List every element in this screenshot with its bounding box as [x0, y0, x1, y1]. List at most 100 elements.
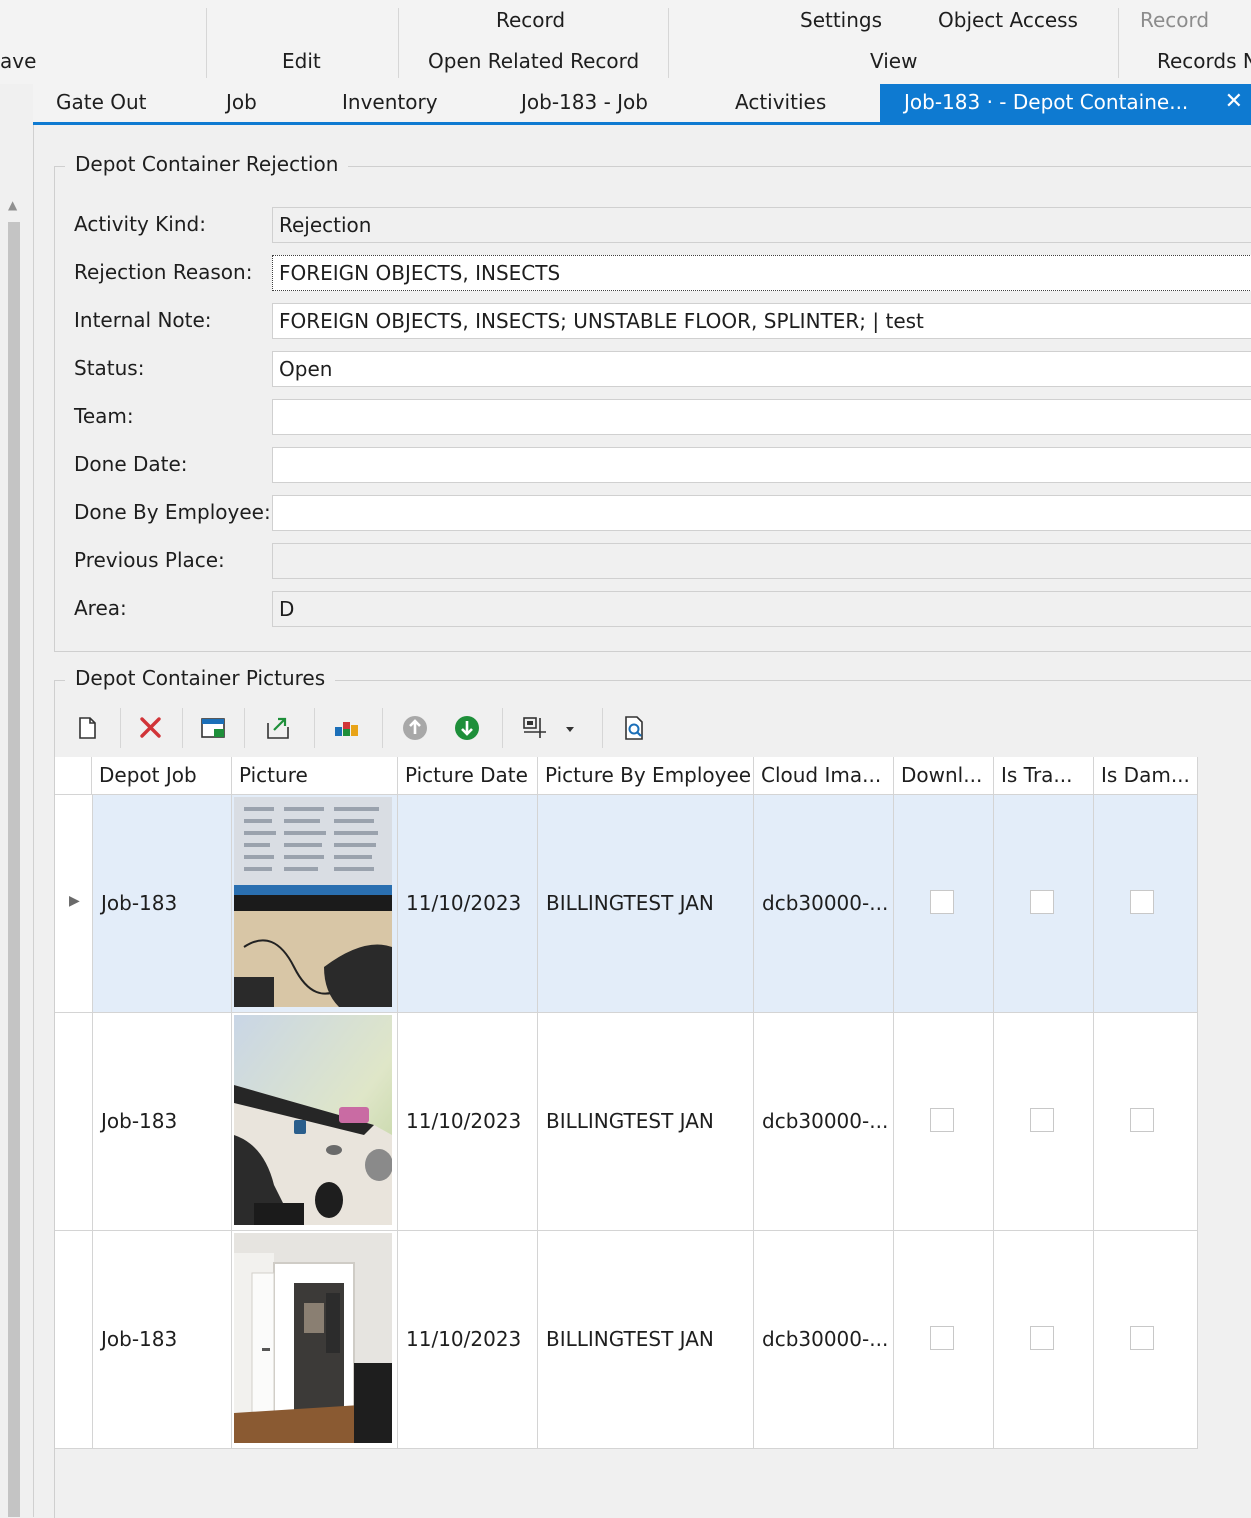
tab-label: Job-183 - Job: [521, 90, 648, 114]
cell-picture-by-employee[interactable]: BILLINGTEST JAN: [538, 1231, 754, 1449]
is-transferred-checkbox[interactable]: [1030, 1108, 1054, 1132]
cell-downloaded[interactable]: [894, 1231, 994, 1449]
row-indicator: ▶: [55, 795, 92, 1013]
previous-place-field[interactable]: [272, 543, 1251, 579]
cell-picture-by-employee[interactable]: BILLINGTEST JAN: [538, 795, 754, 1013]
tab-job-183-job[interactable]: Job-183 - Job: [497, 84, 677, 122]
tab-label: Gate Out: [56, 90, 147, 114]
downloaded-checkbox[interactable]: [930, 890, 954, 914]
toolbar-separator: [314, 708, 315, 748]
rejection-reason-field[interactable]: FOREIGN OBJECTS, INSECTS: [272, 255, 1251, 291]
downloaded-checkbox[interactable]: [930, 1108, 954, 1132]
ribbon: Record Settings Object Access Record ave…: [0, 0, 1251, 84]
table-row[interactable]: Job-183 11/10/2023 BILLINGTEST JAN dcb30…: [55, 1231, 1198, 1449]
is-transferred-checkbox[interactable]: [1030, 1326, 1054, 1350]
depot-job-text: Job-183: [101, 1327, 178, 1351]
picture-thumbnail-desk-monitor[interactable]: [234, 797, 392, 1007]
tab-inventory[interactable]: Inventory: [318, 84, 468, 122]
column-header-is-damaged[interactable]: Is Dam...: [1094, 757, 1198, 795]
new-icon[interactable]: [70, 710, 104, 746]
scrollbar-thumb[interactable]: [8, 222, 20, 1517]
active-tab-underline: [33, 122, 1251, 125]
cell-is-transferred[interactable]: [994, 795, 1094, 1013]
cell-picture[interactable]: [232, 795, 398, 1013]
vertical-scrollbar[interactable]: ▲: [6, 196, 22, 1517]
picture-thumbnail-doorway[interactable]: [234, 1233, 392, 1443]
export-icon[interactable]: [262, 710, 296, 746]
depot-job-text: Job-183: [101, 1109, 178, 1133]
cell-is-transferred[interactable]: [994, 1231, 1094, 1449]
cell-downloaded[interactable]: [894, 1013, 994, 1231]
activity-kind-value: Rejection: [279, 213, 372, 237]
activity-kind-field[interactable]: Rejection: [272, 207, 1251, 243]
ribbon-settings-button[interactable]: Settings: [800, 8, 882, 32]
done-date-field[interactable]: [272, 447, 1251, 483]
area-label: Area:: [74, 596, 127, 620]
column-header-is-transferred[interactable]: Is Tra...: [994, 757, 1094, 795]
table-row[interactable]: ▶ Job-183 11/10/2023 BILLINGTEST JAN dcb…: [55, 795, 1198, 1013]
chart-icon[interactable]: [330, 710, 364, 746]
rejection-reason-label: Rejection Reason:: [74, 260, 253, 284]
is-transferred-checkbox[interactable]: [1030, 890, 1054, 914]
dropdown-icon[interactable]: [560, 710, 580, 746]
is-damaged-checkbox[interactable]: [1130, 890, 1154, 914]
close-icon[interactable]: ✕: [1225, 84, 1243, 120]
column-header-picture-by-employee[interactable]: Picture By Employee: [538, 757, 754, 795]
tab-depot-container-rejection[interactable]: Job-183 · - Depot Containe... ✕: [880, 84, 1251, 122]
column-header-depot-job[interactable]: Depot Job: [92, 757, 232, 795]
cloud-image-text: dcb30000-...: [762, 891, 889, 915]
picture-thumbnail-desk-items[interactable]: [234, 1015, 392, 1225]
column-header-picture[interactable]: Picture: [232, 757, 398, 795]
cell-is-damaged[interactable]: [1094, 1231, 1198, 1449]
ribbon-open-related-record-button[interactable]: Open Related Record: [428, 49, 639, 73]
move-down-icon[interactable]: [450, 710, 484, 746]
internal-note-label: Internal Note:: [74, 308, 212, 332]
cloud-image-text: dcb30000-...: [762, 1109, 889, 1133]
done-by-employee-field[interactable]: [272, 495, 1251, 531]
cell-picture-date[interactable]: 11/10/2023: [398, 1013, 538, 1231]
preview-icon[interactable]: [618, 710, 652, 746]
column-header-cloud-image[interactable]: Cloud Ima...: [754, 757, 894, 795]
picture-date-text: 11/10/2023: [406, 891, 522, 915]
toolbar-separator: [502, 708, 503, 748]
toolbar-separator: [120, 708, 121, 748]
delete-icon[interactable]: [134, 710, 168, 746]
tab-gate-out[interactable]: Gate Out: [32, 84, 182, 122]
cell-is-damaged[interactable]: [1094, 1013, 1198, 1231]
cell-depot-job[interactable]: Job-183: [92, 1231, 232, 1449]
column-header-picture-date[interactable]: Picture Date: [398, 757, 538, 795]
cell-cloud-image[interactable]: dcb30000-...: [754, 1013, 894, 1231]
cell-depot-job[interactable]: Job-183: [92, 1013, 232, 1231]
cell-depot-job[interactable]: Job-183: [92, 795, 232, 1013]
downloaded-checkbox[interactable]: [930, 1326, 954, 1350]
move-up-icon[interactable]: [398, 710, 432, 746]
status-field[interactable]: Open: [272, 351, 1251, 387]
edit-record-icon[interactable]: [196, 710, 230, 746]
done-by-employee-label: Done By Employee:: [74, 500, 271, 524]
is-damaged-checkbox[interactable]: [1130, 1108, 1154, 1132]
team-field[interactable]: [272, 399, 1251, 435]
cell-picture[interactable]: [232, 1231, 398, 1449]
internal-note-field[interactable]: FOREIGN OBJECTS, INSECTS; UNSTABLE FLOOR…: [272, 303, 1251, 339]
ribbon-edit-group-label: Edit: [282, 49, 321, 73]
cell-picture-date[interactable]: 11/10/2023: [398, 795, 538, 1013]
cell-picture-by-employee[interactable]: BILLINGTEST JAN: [538, 1013, 754, 1231]
cell-is-transferred[interactable]: [994, 1013, 1094, 1231]
tab-activities[interactable]: Activities: [711, 84, 861, 122]
table-row[interactable]: Job-183 11/10/2023 BILLINGTEST JAN dcb30…: [55, 1013, 1198, 1231]
cell-picture[interactable]: [232, 1013, 398, 1231]
cell-is-damaged[interactable]: [1094, 795, 1198, 1013]
column-header-downloaded[interactable]: Downl...: [894, 757, 994, 795]
cell-cloud-image[interactable]: dcb30000-...: [754, 795, 894, 1013]
ribbon-record-button[interactable]: Record: [496, 8, 565, 32]
scroll-up-icon[interactable]: ▲: [8, 198, 17, 212]
area-field[interactable]: D: [272, 591, 1251, 627]
cell-downloaded[interactable]: [894, 795, 994, 1013]
is-damaged-checkbox[interactable]: [1130, 1326, 1154, 1350]
cell-cloud-image[interactable]: dcb30000-...: [754, 1231, 894, 1449]
tab-job[interactable]: Job: [202, 84, 292, 122]
ribbon-object-access-button[interactable]: Object Access: [938, 8, 1078, 32]
cell-picture-date[interactable]: 11/10/2023: [398, 1231, 538, 1449]
ribbon-record-disabled-button[interactable]: Record: [1140, 8, 1209, 32]
layout-icon[interactable]: [518, 710, 552, 746]
